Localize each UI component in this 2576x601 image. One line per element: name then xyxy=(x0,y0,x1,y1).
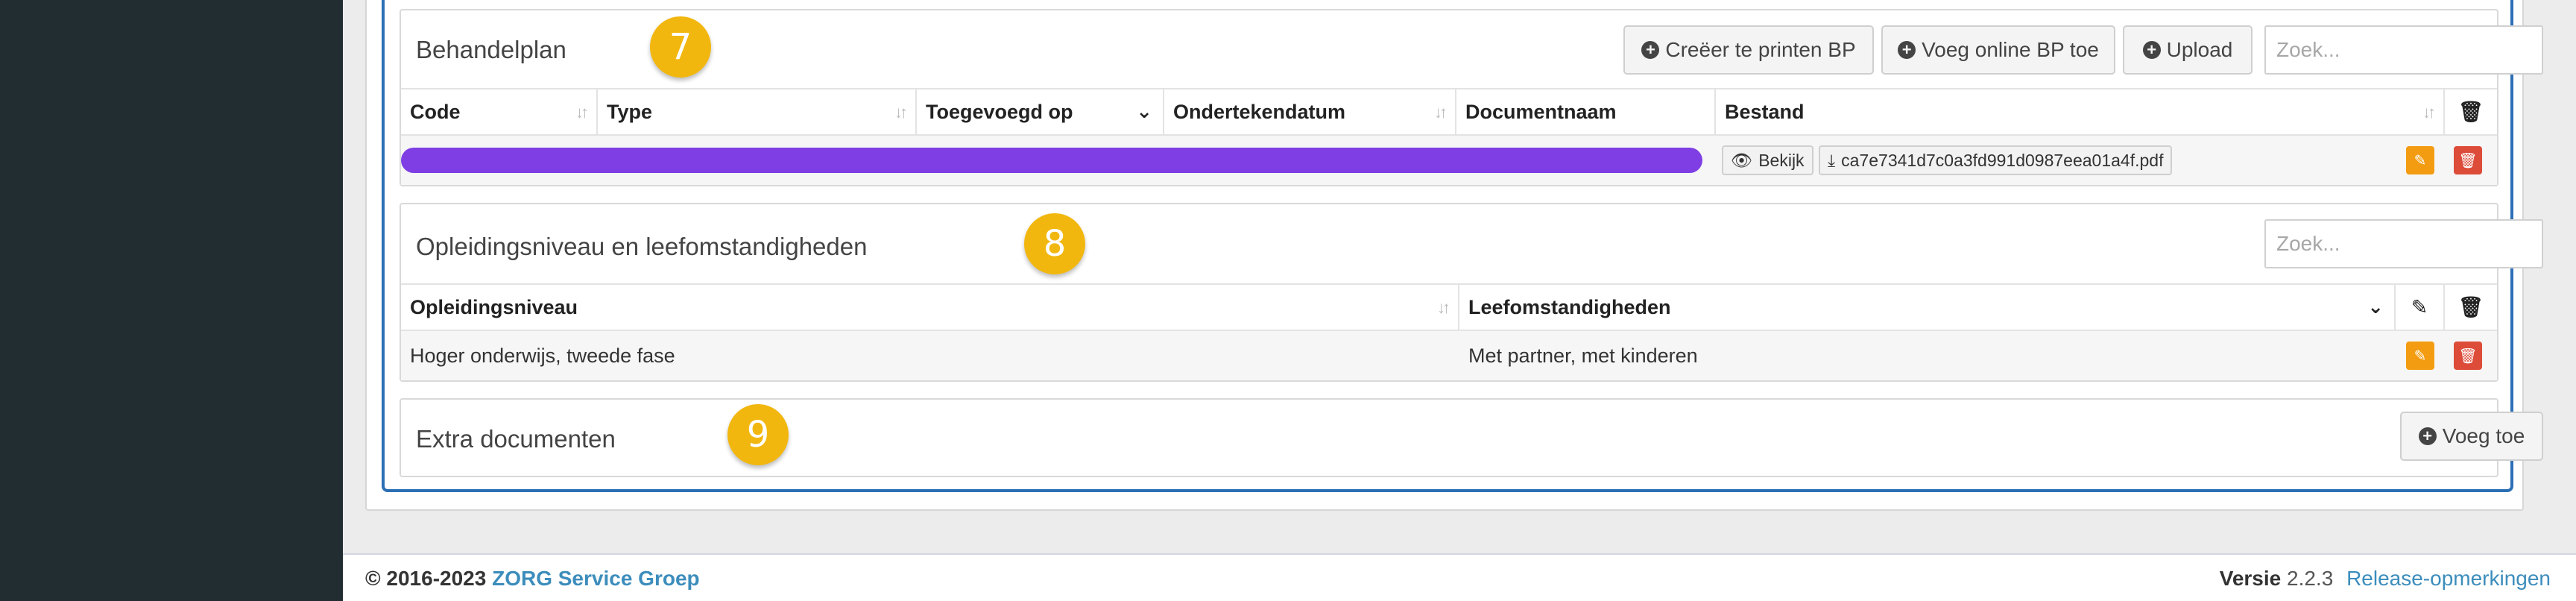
sort-icon: ↓↑ xyxy=(1434,103,1448,122)
pencil-icon: ✎ xyxy=(2414,347,2427,365)
release-notes-link[interactable]: Release-opmerkingen xyxy=(2346,567,2551,590)
sort-icon: ↓↑ xyxy=(2422,103,2436,122)
extra-documents-panel: Extra documenten 9 + Voeg toe xyxy=(400,398,2543,477)
step-badge: 7 xyxy=(650,16,711,78)
column-header-ondertekendatum[interactable]: Ondertekendatum ↓↑ xyxy=(1164,89,1456,134)
download-icon: ⤓ xyxy=(1828,150,1836,170)
plus-circle-icon: + xyxy=(1641,41,1660,59)
column-header-toegevoegd[interactable]: Toegevoegd op ⌄ xyxy=(917,89,1164,134)
chevron-down-icon: ⌄ xyxy=(2367,295,2384,318)
main-content: Behandelplan 7 + Creëer te printen BP + … xyxy=(343,0,2576,601)
table-row: Hoger onderwijs, tweede fase Met partner… xyxy=(401,331,2497,380)
sidebar xyxy=(0,0,343,601)
pencil-icon[interactable]: ✎ xyxy=(2396,285,2445,330)
cell-leefomstandigheden: Met partner, met kinderen xyxy=(1468,344,1698,367)
delete-button[interactable]: 🗑 xyxy=(2454,342,2482,370)
column-header-bestand[interactable]: Bestand ↓↑ xyxy=(1716,89,2445,134)
footer: © 2016-2023 ZORG Service Groep Versie 2.… xyxy=(343,553,2576,601)
trash-icon: 🗑 xyxy=(2458,152,2478,169)
sort-icon: ↓↑ xyxy=(894,103,908,122)
add-document-button[interactable]: + Voeg toe xyxy=(2400,412,2543,461)
edit-button[interactable]: ✎ xyxy=(2406,342,2434,370)
column-header-leefomstandigheden[interactable]: Leefomstandigheden ⌄ xyxy=(1459,285,2396,330)
search-input[interactable] xyxy=(2264,25,2543,75)
column-header-opleidingsniveau[interactable]: Opleidingsniveau ↓↑ xyxy=(401,285,1459,330)
step-badge: 8 xyxy=(1024,213,1085,274)
column-header-code[interactable]: Code ↓↑ xyxy=(401,89,598,134)
table-row: 👁 Bekijk ⤓ ca7e7341d7c0a3fd991d0987eea01… xyxy=(401,136,2497,185)
edit-button[interactable]: ✎ xyxy=(2406,146,2434,174)
column-header-documentnaam[interactable]: Documentnaam xyxy=(1456,89,1716,134)
delete-button[interactable]: 🗑 xyxy=(2454,146,2482,174)
plus-circle-icon: + xyxy=(2418,427,2437,445)
behandelplan-panel: Behandelplan 7 + Creëer te printen BP + … xyxy=(400,9,2543,186)
upload-button[interactable]: + Upload xyxy=(2123,25,2253,75)
redacted-content xyxy=(401,148,1702,173)
opleiding-panel: Opleidingsniveau en leefomstandigheden 8… xyxy=(400,203,2543,382)
version-info: Versie 2.2.3 Release-opmerkingen xyxy=(2219,567,2551,590)
step-badge: 9 xyxy=(727,404,789,465)
pencil-icon: ✎ xyxy=(2414,152,2427,169)
trash-icon[interactable]: 🗑 xyxy=(2445,89,2497,134)
column-header-type[interactable]: Type ↓↑ xyxy=(598,89,917,134)
trash-icon: 🗑 xyxy=(2458,347,2478,365)
sort-icon: ↓↑ xyxy=(1437,298,1450,317)
create-print-bp-button[interactable]: + Creëer te printen BP xyxy=(1623,25,1874,75)
chevron-down-icon: ⌄ xyxy=(1136,100,1152,122)
company-link[interactable]: ZORG Service Groep xyxy=(492,567,700,590)
download-file-button[interactable]: ⤓ ca7e7341d7c0a3fd991d0987eea01a4f.pdf xyxy=(1819,145,2173,175)
trash-icon[interactable]: 🗑 xyxy=(2445,285,2497,330)
version-number: 2.2.3 xyxy=(2287,567,2334,590)
search-input[interactable] xyxy=(2264,219,2543,268)
plus-circle-icon: + xyxy=(2142,41,2161,59)
view-button[interactable]: 👁 Bekijk xyxy=(1722,145,1813,175)
sort-icon: ↓↑ xyxy=(575,103,589,122)
panel-title: Extra documenten xyxy=(416,425,616,453)
panel-title: Behandelplan xyxy=(416,36,566,63)
table-header: Code ↓↑ Type ↓↑ Toegevoegd op ⌄ Ondertek… xyxy=(401,88,2497,136)
copyright: © 2016-2023 ZORG Service Groep xyxy=(365,567,700,590)
add-online-bp-button[interactable]: + Voeg online BP toe xyxy=(1881,25,2115,75)
panel-title: Opleidingsniveau en leefomstandigheden xyxy=(416,233,868,260)
plus-circle-icon: + xyxy=(1898,41,1916,59)
eye-icon: 👁 xyxy=(1731,150,1753,170)
table-header: Opleidingsniveau ↓↑ Leefomstandigheden ⌄… xyxy=(401,283,2497,331)
cell-opleidingsniveau: Hoger onderwijs, tweede fase xyxy=(410,344,675,367)
